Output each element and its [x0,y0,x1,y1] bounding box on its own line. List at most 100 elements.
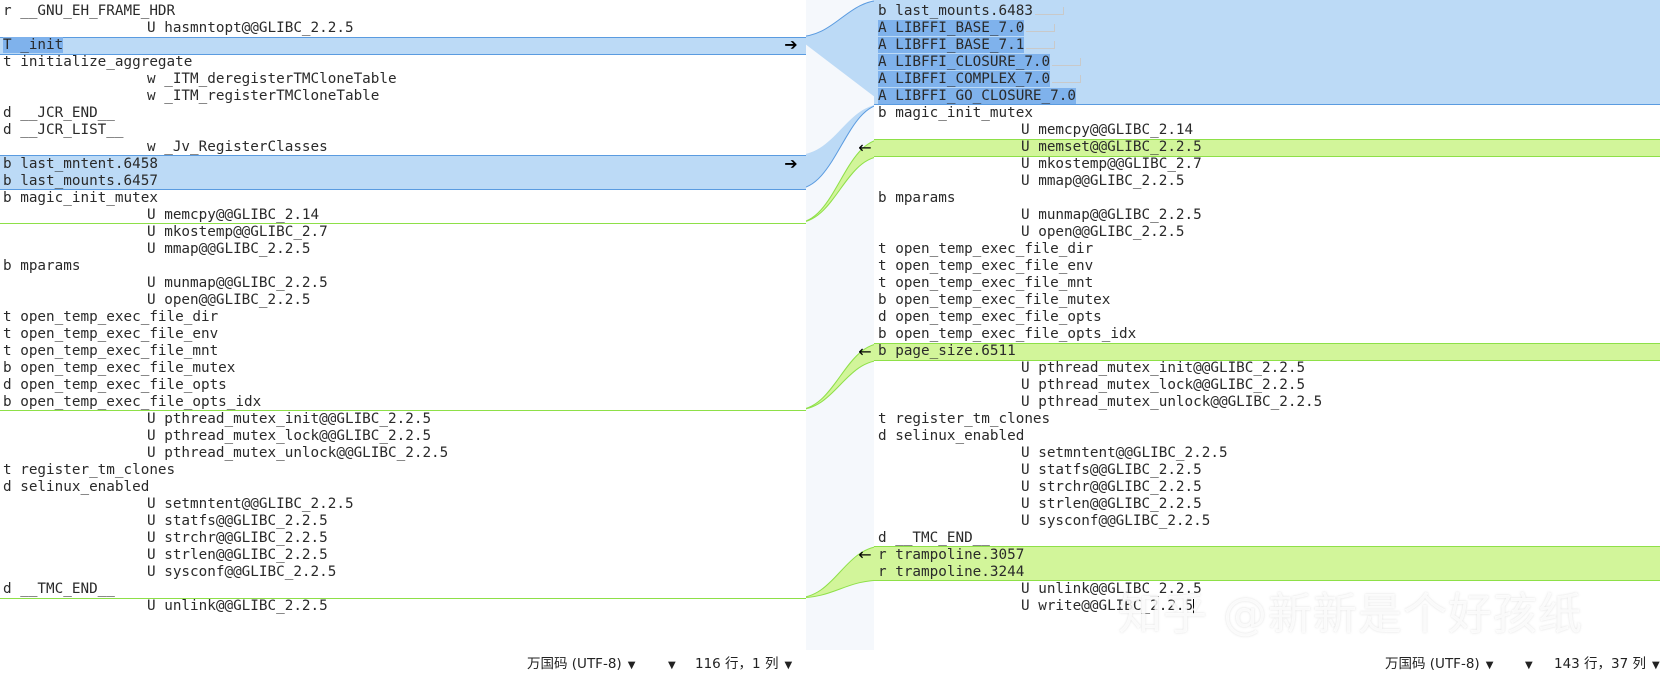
chevron-down-icon: ▼ [1652,660,1660,671]
encoding-dropdown[interactable]: 万国码 (UTF-8) ▼ [527,650,635,680]
code-line: d open_temp_exec_file_opts [878,309,1102,325]
code-line: b open_temp_exec_file_mutex [878,292,1111,308]
language-dropdown[interactable]: ▼ [1519,650,1533,680]
code-line: U statfs@@GLIBC_2.2.5 [147,513,328,529]
code-line: U setmntent@@GLIBC_2.2.5 [1021,445,1228,461]
move-right-arrow-icon[interactable]: ➔ [782,36,800,54]
code-line: U pthread_mutex_lock@@GLIBC_2.2.5 [1021,377,1306,393]
move-right-arrow-icon[interactable]: ➔ [782,155,800,173]
chevron-down-icon: ▼ [668,660,676,671]
watermark: 知乎 @新新是个好孩纸 [1118,589,1583,640]
code-line: t register_tm_clones [3,462,176,478]
code-line: U strchr@@GLIBC_2.2.5 [147,530,328,546]
code-line: t open_temp_exec_file_env [3,326,219,342]
code-line: U hasmntopt@@GLIBC_2.2.5 [147,20,354,36]
copy-left-arrow-icon[interactable]: ← [856,546,874,564]
code-line: d __TMC_END__ [3,581,115,597]
code-line: d selinux_enabled [3,479,150,495]
selected-text: A LIBFFI_CLOSURE_7.0 [878,54,1051,70]
code-line: t open_temp_exec_file_env [878,258,1094,274]
code-line: U strlen@@GLIBC_2.2.5 [147,547,328,563]
code-line: r trampoline.3057 [878,547,1025,563]
code-line: b magic_init_mutex [878,105,1033,121]
code-line: T _init [3,36,64,54]
selected-text: A LIBFFI_BASE_7.0 [878,20,1025,36]
code-line: U strchr@@GLIBC_2.2.5 [1021,479,1202,495]
code-line: U pthread_mutex_init@@GLIBC_2.2.5 [147,411,432,427]
code-line: U munmap@@GLIBC_2.2.5 [1021,207,1202,223]
cursor-position-dropdown[interactable]: 116 行，1 列 ▼ [695,650,792,680]
code-line: t open_temp_exec_file_mnt [3,343,219,359]
code-line: U memcpy@@GLIBC_2.14 [147,207,320,223]
code-line: U mkostemp@@GLIBC_2.7 [1021,156,1202,172]
selected-text: T _init [3,37,64,53]
copy-left-arrow-icon[interactable]: ← [856,139,874,157]
chevron-down-icon: ▼ [1485,660,1494,671]
code-line: b open_temp_exec_file_opts_idx [3,394,262,410]
code-line: U pthread_mutex_unlock@@GLIBC_2.2.5 [147,445,449,461]
code-line: w _ITM_deregisterTMCloneTable [147,71,397,87]
code-line: t open_temp_exec_file_dir [3,309,219,325]
code-line: t open_temp_exec_file_dir [878,241,1094,257]
code-line: U unlink@@GLIBC_2.2.5 [147,598,328,614]
code-line: d open_temp_exec_file_opts [3,377,227,393]
code-line: U pthread_mutex_unlock@@GLIBC_2.2.5 [1021,394,1323,410]
left-status-bar: 万国码 (UTF-8) ▼ ▼ 116 行，1 列 ▼ [0,650,806,678]
code-line: U mmap@@GLIBC_2.2.5 [1021,173,1185,189]
code-line: d __JCR_END__ [3,105,115,121]
selected-text: A LIBFFI_BASE_7.1 [878,37,1025,53]
code-line: b last_mntent.6458 [3,156,158,172]
code-line: A LIBFFI_GO_CLOSURE_7.0 [878,87,1076,105]
code-line: A LIBFFI_CLOSURE_7.0 [878,53,1082,71]
left-diff-pane[interactable]: r __GNU_EH_FRAME_HDR U hasmntopt@@GLIBC_… [0,0,806,650]
code-line: U strlen@@GLIBC_2.2.5 [1021,496,1202,512]
inserted-chunk-highlight [874,139,1660,157]
code-line: U pthread_mutex_lock@@GLIBC_2.2.5 [147,428,432,444]
right-status-bar: 万国码 (UTF-8) ▼ ▼ 143 行，37 列 ▼ [874,650,1660,678]
code-line: b mparams [878,190,956,206]
code-line: U open@@GLIBC_2.2.5 [1021,224,1185,240]
code-line: U pthread_mutex_init@@GLIBC_2.2.5 [1021,360,1306,376]
selected-text: A LIBFFI_COMPLEX_7.0 [878,71,1051,87]
code-line: U mmap@@GLIBC_2.2.5 [147,241,311,257]
insertion-marker-line [0,223,806,224]
code-line: d __TMC_END__ [878,530,990,546]
code-line: w _ITM_registerTMCloneTable [147,88,380,104]
copy-left-arrow-icon[interactable]: ← [856,343,874,361]
language-dropdown[interactable]: ▼ [662,650,676,680]
code-line: r trampoline.3244 [878,564,1025,580]
code-line: d __JCR_LIST__ [3,122,124,138]
code-line: b page_size.6511 [878,343,1016,359]
insertion-marker-line [0,598,806,599]
code-line: U sysconf@@GLIBC_2.2.5 [1021,513,1211,529]
code-line: U sysconf@@GLIBC_2.2.5 [147,564,337,580]
code-line: U munmap@@GLIBC_2.2.5 [147,275,328,291]
cursor-position-dropdown[interactable]: 143 行，37 列 ▼ [1554,650,1660,680]
code-line: A LIBFFI_BASE_7.1 [878,36,1056,54]
code-line: t open_temp_exec_file_mnt [878,275,1094,291]
chevron-down-icon: ▼ [1525,660,1533,671]
code-line: U open@@GLIBC_2.2.5 [147,292,311,308]
code-line: b open_temp_exec_file_mutex [3,360,236,376]
code-line: b magic_init_mutex [3,190,158,206]
code-line: t register_tm_clones [878,411,1051,427]
selected-text: A LIBFFI_GO_CLOSURE_7.0 [878,88,1076,104]
code-line: b open_temp_exec_file_opts_idx [878,326,1137,342]
code-line: A LIBFFI_BASE_7.0 [878,19,1056,37]
code-line: b last_mounts.6457 [3,173,158,189]
code-line: b mparams [3,258,81,274]
code-line: U setmntent@@GLIBC_2.2.5 [147,496,354,512]
encoding-dropdown[interactable]: 万国码 (UTF-8) ▼ [1385,650,1493,680]
code-line: A LIBFFI_COMPLEX_7.0 [878,70,1082,88]
chevron-down-icon: ▼ [784,660,793,671]
code-line: U mkostemp@@GLIBC_2.7 [147,224,328,240]
right-diff-pane[interactable]: b last_mounts.6483 A LIBFFI_BASE_7.0 A L… [874,0,1660,650]
code-line: U memset@@GLIBC_2.2.5 [1021,139,1202,155]
code-line: U statfs@@GLIBC_2.2.5 [1021,462,1202,478]
chevron-down-icon: ▼ [627,660,636,671]
code-line: U memcpy@@GLIBC_2.14 [1021,122,1194,138]
code-line: r __GNU_EH_FRAME_HDR [3,3,176,19]
code-line: t initialize_aggregate [3,54,193,70]
code-line: w _Jv_RegisterClasses [147,139,328,155]
code-line: b last_mounts.6483 [878,2,1064,20]
